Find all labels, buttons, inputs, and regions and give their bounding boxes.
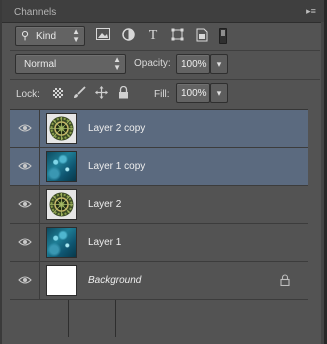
fill-slider-button[interactable]: ▾ [210,83,228,103]
shape-filter-icon[interactable] [169,28,185,44]
layer-thumbnail-nebula [46,151,77,182]
layer-name[interactable]: Layer 1 [88,237,121,248]
eye-icon [18,238,32,246]
layer-thumbnail-background [46,265,77,296]
adjustment-filter-icon[interactable] [120,28,136,44]
filter-kind-dropdown[interactable]: ⚲ Kind ▲ ▼ [15,26,85,46]
layer-row[interactable]: Background [10,262,308,300]
layers-panel: Channels Layers ▸≡ ⚲ Kind ▲▼ T Normal ▲▼… [0,0,326,344]
updown-arrows-icon: ▲ ▼ [113,55,121,72]
smart-object-filter-icon[interactable] [194,28,210,44]
visibility-toggle[interactable] [10,148,40,185]
opacity-label: Opacity: [134,58,171,69]
fill-input[interactable]: 100% [176,83,210,103]
updown-arrows-icon: ▲ ▼ [72,27,80,44]
type-filter-icon[interactable]: T [145,28,161,44]
blend-mode-dropdown[interactable]: Normal ▲ ▼ [15,54,126,74]
visibility-toggle[interactable] [10,110,40,147]
layer-row[interactable]: Layer 2 [10,186,308,224]
opacity-slider-button[interactable]: ▾ [210,54,228,74]
fill-label: Fill: [154,89,170,100]
image-filter-icon[interactable] [95,28,111,44]
layer-thumbnail-mandala [46,189,77,220]
lock-position-icon[interactable] [94,86,108,100]
layer-thumbnail-nebula [46,227,77,258]
layer-name[interactable]: Layer 2 [88,199,121,210]
layer-thumbnail-mandala [46,113,77,144]
filter-toggle-switch[interactable] [219,28,227,44]
filter-kind-label: Kind [36,31,57,42]
divider [10,50,320,51]
eye-icon [18,124,32,132]
eye-icon [18,276,32,284]
panel-tab-bar: Channels Layers ▸≡ [2,0,324,337]
eye-icon [18,162,32,170]
search-icon: ⚲ [21,30,30,42]
lock-label: Lock: [16,89,40,100]
blend-mode-value: Normal [24,59,57,70]
visibility-toggle[interactable] [10,262,40,299]
layer-name[interactable]: Background [88,275,141,286]
layer-name[interactable]: Layer 1 copy [88,161,145,172]
opacity-value: 100% [181,59,207,70]
visibility-toggle[interactable] [10,224,40,261]
lock-image-pixels-icon[interactable] [72,86,86,100]
layers-list: Layer 2 copy Layer 1 copy Layer 2 Layer … [10,109,308,338]
panel-menu-icon[interactable]: ▸≡ [302,4,320,18]
opacity-input[interactable]: 100% [176,54,210,74]
fill-value: 100% [181,88,207,99]
eye-icon [18,200,32,208]
layer-row[interactable]: Layer 1 copy [10,148,308,186]
layer-row[interactable]: Layer 2 copy [10,110,308,148]
visibility-toggle[interactable] [10,186,40,223]
layer-name[interactable]: Layer 2 copy [88,123,145,134]
lock-all-icon[interactable] [116,85,130,100]
tab-channels[interactable]: Channels [8,3,64,22]
lock-icon[interactable] [280,274,290,286]
layer-row[interactable]: Layer 1 [10,224,308,262]
divider [10,79,320,80]
lock-transparent-pixels-icon[interactable] [51,86,65,100]
